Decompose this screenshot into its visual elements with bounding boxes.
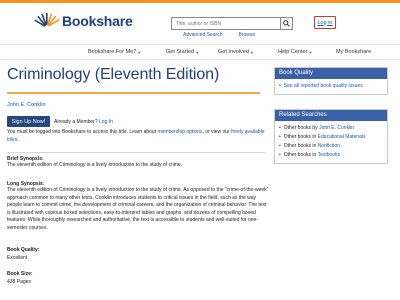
brief-synopsis-text: The eleventh edition of Criminology is a… (7, 162, 183, 168)
book-size-label: Book Size: (7, 271, 33, 277)
browse-link[interactable]: Browse (238, 32, 255, 38)
nav-item-help-center[interactable]: Help Center ▼ (278, 49, 312, 55)
chevron-down-icon: ▼ (249, 49, 254, 55)
search-links: Advanced Search Browse (183, 32, 255, 38)
chevron-down-icon: ▼ (195, 49, 200, 55)
search-icon (283, 20, 290, 27)
bookshare-logo-icon (34, 13, 60, 27)
chevron-down-icon: ▼ (137, 49, 142, 55)
related-searches-title: Related Searches (275, 110, 387, 121)
member-prompt: Already a Member? Log In (54, 119, 113, 125)
quality-issues-link[interactable]: See all reported book quality issues (284, 82, 363, 91)
list-item: • Other books by John E. Conklin (279, 124, 383, 133)
book-quality-panel-title: Book Quality (275, 68, 387, 79)
related-category-link[interactable]: Textbooks (318, 152, 341, 158)
access-notice: You must be logged into Bookshare to acc… (7, 129, 269, 144)
nav-item-label: Bookshare For Me? (88, 49, 137, 55)
related-category-link[interactable]: Educational Materials (318, 134, 366, 140)
bookshare-logo-text: Bookshare (62, 13, 133, 29)
access-notice-end: . (17, 136, 19, 143)
list-item: • Other books in Educational Materials (279, 133, 383, 142)
related-searches-panel: Related Searches • Other books by John E… (274, 109, 388, 164)
main-nav: Bookshare For Me? ▼ Get Started ▼ Get Invo… (0, 44, 400, 60)
chevron-down-icon: ▼ (308, 49, 313, 55)
search-button[interactable] (281, 17, 293, 30)
book-quality-label: Book Quality: (7, 247, 40, 253)
access-notice-text: You must be logged into Bookshare to acc… (7, 129, 158, 135)
bullet-icon: • (279, 134, 281, 140)
list-item: • Other books in Nonfiction (279, 142, 383, 151)
related-prefix: Other books in (283, 134, 318, 140)
related-prefix: Other books by (283, 125, 320, 131)
search-input[interactable] (171, 17, 281, 30)
bullet-icon: • (279, 152, 281, 158)
bullet-icon: • (279, 143, 281, 149)
related-category-link[interactable]: Nonfiction (318, 143, 340, 149)
author-link[interactable]: John E. Conklin (7, 102, 46, 108)
related-author-link[interactable]: John E. Conklin (319, 125, 354, 131)
member-prompt-text: Already a Member? (54, 119, 100, 125)
related-prefix: Other books in (283, 152, 318, 158)
login-button[interactable]: Log in (314, 16, 336, 29)
nav-item-label: Get Involved (218, 49, 249, 55)
list-item: • Other books in Textbooks (279, 151, 383, 160)
access-notice-middle: , or view our (202, 129, 232, 135)
advanced-search-link[interactable]: Advanced Search (183, 32, 222, 38)
top-accent-bar (0, 0, 400, 3)
related-prefix: Other books in (283, 143, 318, 149)
member-login-link[interactable]: Log In (99, 119, 113, 125)
nav-item-label: Help Center (278, 49, 308, 55)
nav-item-get-involved[interactable]: Get Involved ▼ (218, 49, 254, 55)
nav-item-get-started[interactable]: Get Started ▼ (166, 49, 199, 55)
book-title: Criminology (Eleventh Edition) (7, 66, 220, 83)
long-synopsis-text: The eleventh edition of Criminology is a… (7, 187, 269, 231)
book-quality-panel: Book Quality • See all reported book qua… (274, 67, 388, 95)
title-divider (7, 92, 260, 94)
bullet-icon: • (279, 125, 281, 131)
section-divider (7, 152, 265, 153)
book-size-value: 438 Pages (7, 279, 31, 285)
list-item: • See all reported book quality issues (279, 82, 383, 91)
nav-item-bookshare-for-me[interactable]: Bookshare For Me? ▼ (88, 49, 141, 55)
membership-options-link[interactable]: membership options (157, 129, 202, 135)
bookshare-logo[interactable]: Bookshare (34, 11, 133, 31)
nav-item-label: Get Started (166, 49, 195, 55)
sign-up-button[interactable]: Sign Up Now! (7, 116, 50, 127)
nav-item-my-bookshare[interactable]: My Bookshare (336, 49, 371, 55)
bullet-icon: • (279, 83, 281, 89)
nav-item-label: My Bookshare (336, 49, 372, 55)
book-quality-value: Excellent (7, 255, 28, 261)
